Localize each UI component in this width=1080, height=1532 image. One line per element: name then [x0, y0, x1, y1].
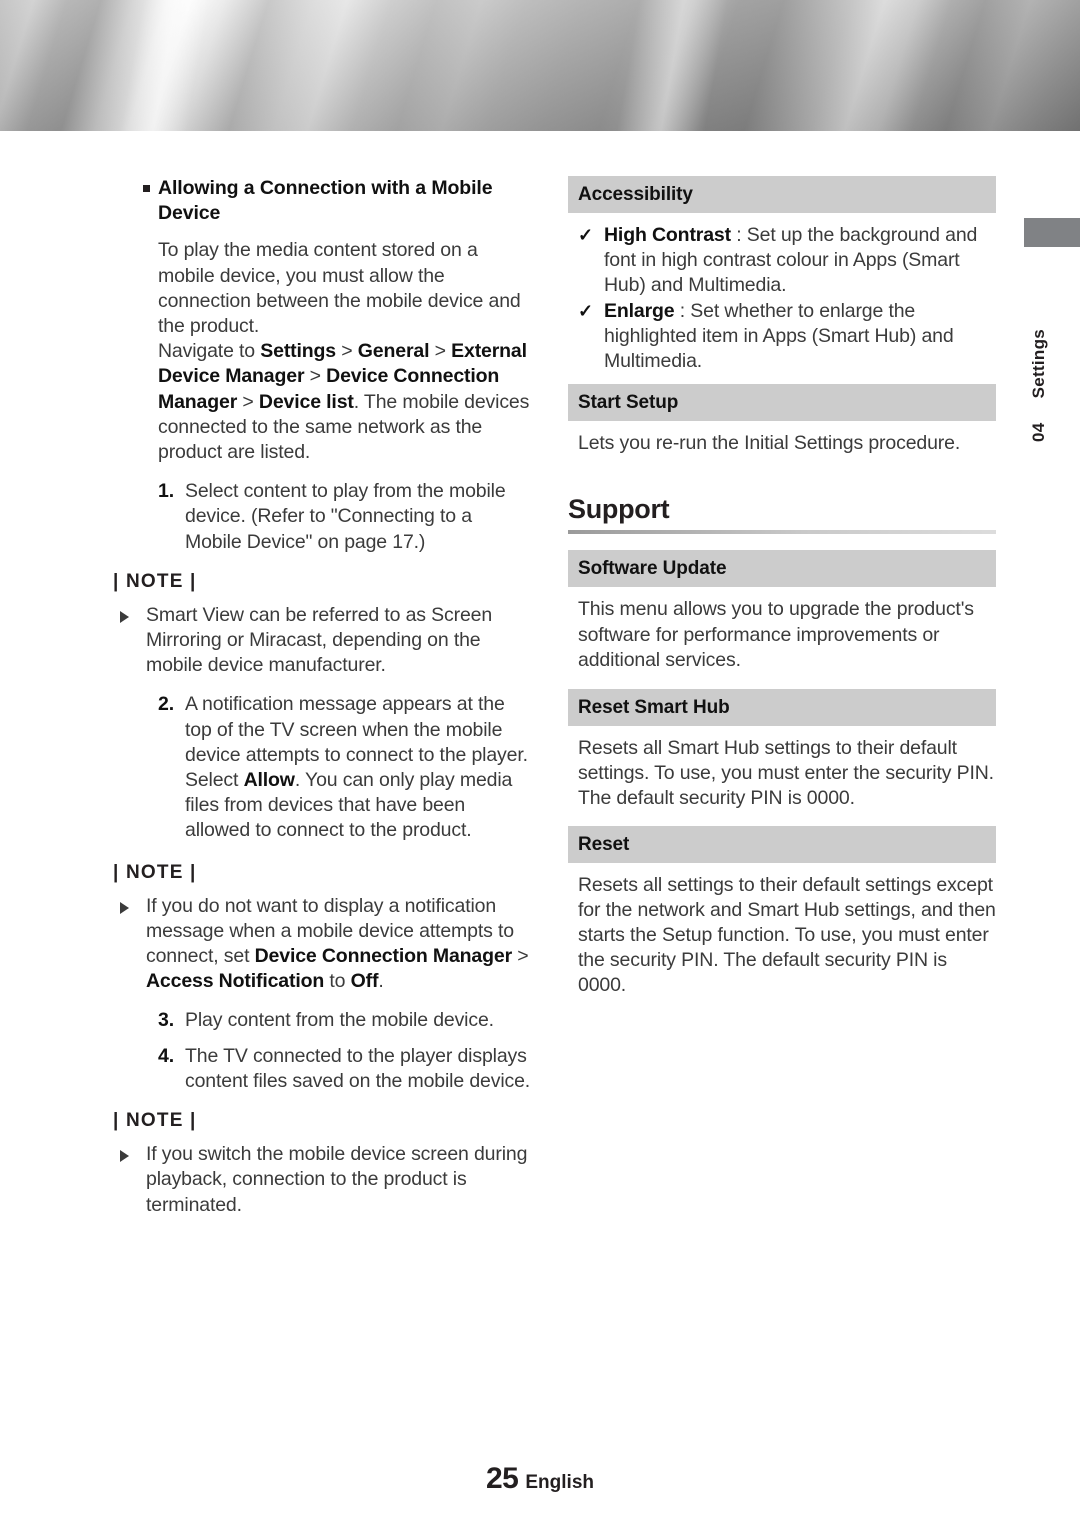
nav-path-general: General: [357, 340, 430, 363]
accessibility-body: ✓ High Contrast : Set up the background …: [568, 213, 996, 374]
section-header-software-update: Software Update: [568, 550, 996, 588]
step-1: 1. Select content to play from the mobil…: [113, 479, 533, 555]
page-section-title-support: Support: [568, 494, 670, 525]
note-2-bold-off: Off: [350, 970, 379, 993]
step-4-text: The TV connected to the player displays …: [185, 1044, 531, 1092]
step-3-number: 3.: [158, 1009, 174, 1032]
note-2-bold-device-connection-manager: Device Connection Manager: [254, 945, 513, 968]
chapter-tab-gap: [1024, 403, 1054, 417]
note-label-3: | NOTE |: [113, 1110, 197, 1132]
chapter-side-tab: 04 Settings: [1024, 218, 1080, 448]
note-item-2-text-d: .: [378, 970, 384, 993]
step-2: 2. A notification message appears at the…: [113, 692, 533, 843]
note-label-1: | NOTE |: [113, 570, 197, 592]
accessibility-item-enlarge: ✓ Enlarge : Set whether to enlarge the h…: [578, 299, 996, 375]
left-text-column: Allowing a Connection with a Mobile Devi…: [113, 176, 533, 1218]
reset-body: Resets all settings to their default set…: [578, 873, 996, 997]
nav-path-settings: Settings: [260, 340, 336, 363]
chapter-number: 04: [1029, 422, 1048, 442]
chapter-tab-text: 04 Settings: [1024, 252, 1054, 442]
accessibility-item-high-contrast: ✓ High Contrast : Set up the background …: [578, 223, 996, 299]
section-header-reset-smart-hub: Reset Smart Hub: [568, 689, 996, 727]
square-bullet-icon: [143, 185, 150, 192]
note-2-bold-access-notification: Access Notification: [146, 970, 325, 993]
step-1-number: 1.: [158, 480, 174, 503]
note-item-1-text: Smart View can be referred to as Screen …: [146, 603, 493, 677]
subsection-heading-label: Allowing a Connection with a Mobile Devi…: [158, 177, 493, 225]
page-footer: 25 English: [0, 1462, 1080, 1496]
decorative-header-band: [0, 0, 1080, 131]
nav-sep-4: >: [237, 390, 259, 413]
step-2-number: 2.: [158, 693, 174, 716]
navigate-paragraph: Navigate to Settings > General > Externa…: [113, 339, 533, 465]
page-number: 25: [486, 1462, 519, 1495]
check-icon: ✓: [578, 225, 593, 245]
nav-sep-1: >: [336, 340, 358, 363]
nav-sep-3: >: [304, 365, 327, 388]
triangle-bullet-icon: [120, 901, 129, 914]
navigate-prefix: Navigate to: [158, 340, 261, 363]
section-header-start-setup: Start Setup: [568, 384, 996, 422]
high-contrast-term: High Contrast: [604, 224, 731, 246]
nav-path-device-list: Device list: [258, 390, 354, 413]
step-4: 4. The TV connected to the player displa…: [113, 1044, 533, 1094]
triangle-bullet-icon: [120, 610, 129, 623]
chapter-label: Settings: [1029, 328, 1048, 399]
software-update-body: This menu allows you to upgrade the prod…: [578, 598, 974, 671]
subsection-heading-allowing-connection: Allowing a Connection with a Mobile Devi…: [113, 176, 533, 226]
triangle-bullet-icon: [120, 1150, 129, 1163]
note-item-3: If you switch the mobile device screen d…: [113, 1142, 533, 1218]
step-3: 3. Play content from the mobile device.: [113, 1008, 533, 1033]
support-title-rule: [568, 530, 996, 535]
step-1-text: Select content to play from the mobile d…: [185, 480, 506, 553]
page-language: English: [525, 1472, 594, 1493]
note-item-1: Smart View can be referred to as Screen …: [113, 603, 533, 679]
reset-smart-hub-body: Resets all Smart Hub settings to their d…: [578, 737, 994, 810]
step-4-number: 4.: [158, 1044, 174, 1067]
header-band-highlight: [0, 0, 1080, 131]
enlarge-term: Enlarge: [604, 299, 675, 322]
right-text-column: Accessibility ✓ High Contrast : Set up t…: [568, 176, 996, 999]
note-item-2-text-c: to: [324, 970, 351, 993]
nav-sep-2: >: [429, 340, 452, 363]
start-setup-body: Lets you re-run the Initial Settings pro…: [578, 432, 961, 455]
step-3-text: Play content from the mobile device.: [185, 1009, 494, 1032]
note-item-2: If you do not want to display a notifica…: [113, 894, 533, 995]
section-header-accessibility: Accessibility: [568, 176, 996, 213]
intro-paragraph: To play the media content stored on a mo…: [158, 239, 521, 338]
section-header-reset: Reset: [568, 825, 996, 863]
step-2-bold-allow: Allow: [243, 769, 295, 792]
note-label-2: | NOTE |: [113, 861, 197, 883]
check-icon: ✓: [578, 300, 593, 321]
note-item-3-text: If you switch the mobile device screen d…: [146, 1143, 528, 1216]
chapter-tab-block: [1024, 218, 1080, 247]
note-item-2-text-b: >: [512, 945, 529, 968]
